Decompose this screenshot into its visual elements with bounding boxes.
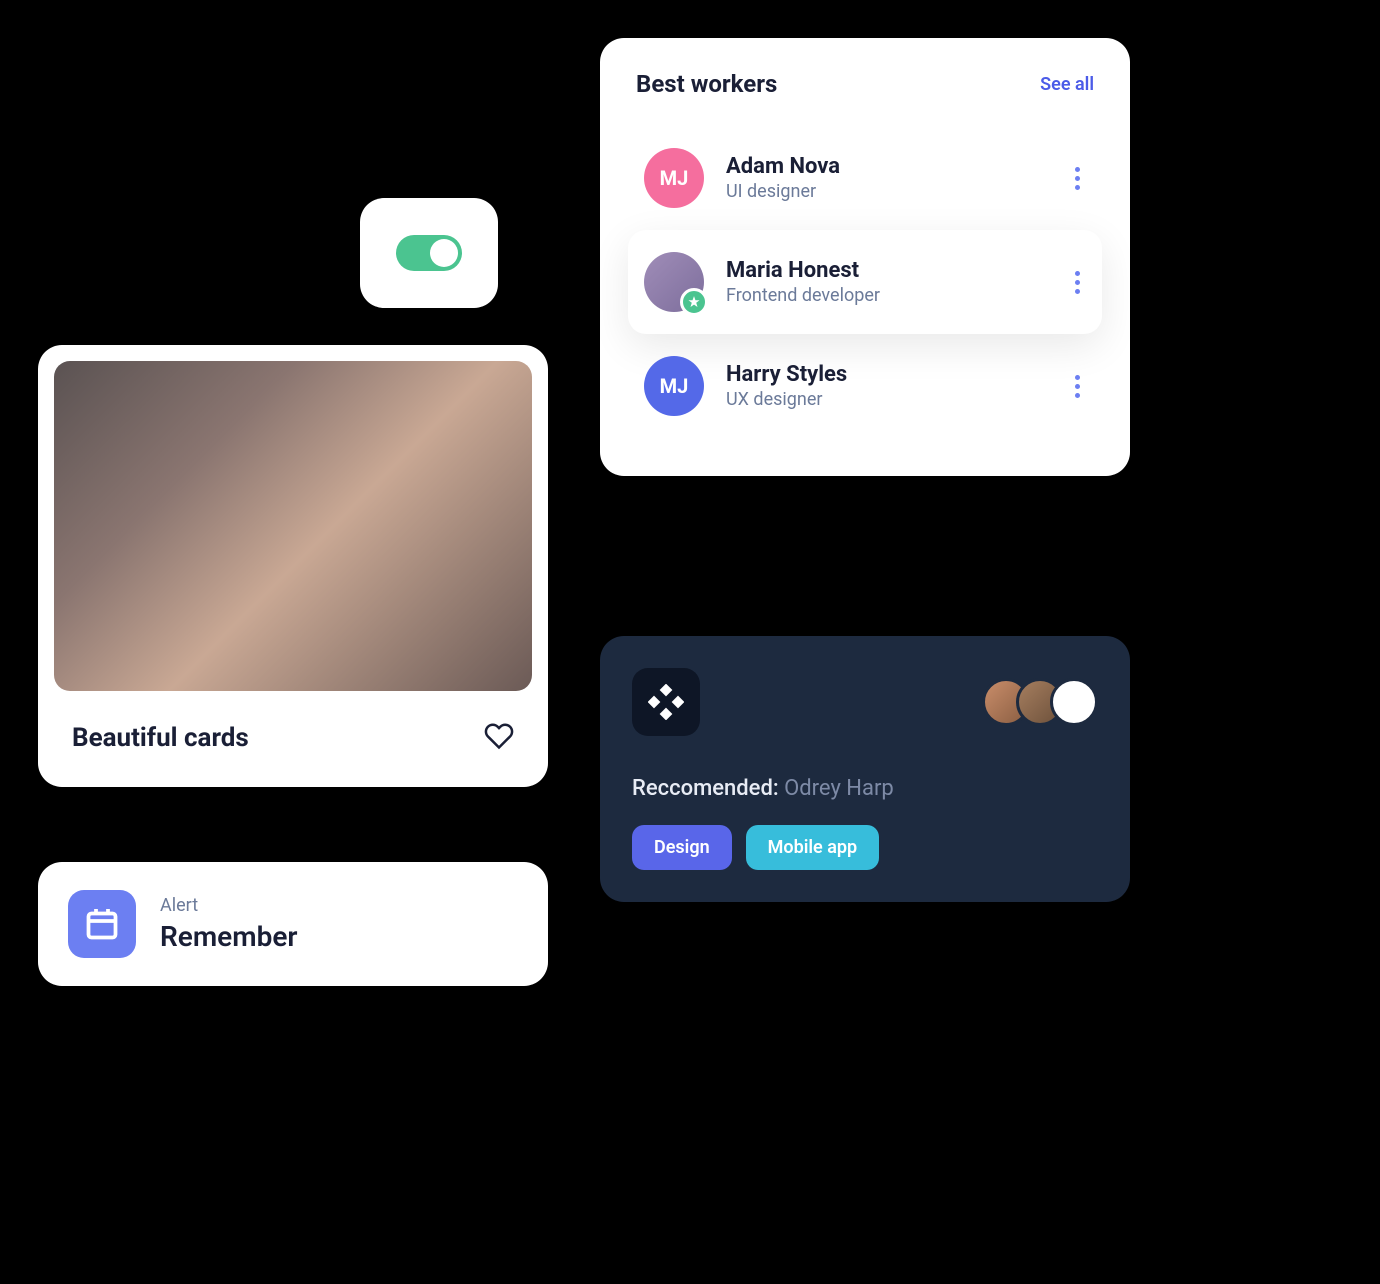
toggle-switch[interactable] — [396, 235, 462, 271]
toggle-card — [360, 198, 498, 308]
card-image — [54, 361, 532, 691]
alert-card[interactable]: Alert Remember — [38, 862, 548, 986]
worker-row[interactable]: MJ Harry Styles UX designer — [628, 334, 1102, 438]
avatar: MJ — [644, 356, 704, 416]
worker-role: Frontend developer — [726, 285, 1047, 306]
tag-list: Design Mobile app — [632, 825, 1098, 870]
workers-title: Best workers — [636, 70, 777, 98]
recommended-label: Reccomended: — [632, 776, 779, 801]
kebab-icon[interactable] — [1069, 265, 1086, 300]
avatar — [644, 252, 704, 312]
see-all-link[interactable]: See all — [1040, 74, 1094, 95]
star-badge-icon — [680, 288, 708, 316]
toggle-knob — [430, 239, 458, 267]
image-card-footer: Beautiful cards — [54, 691, 532, 759]
tag-design[interactable]: Design — [632, 825, 732, 870]
avatar-initials: MJ — [660, 166, 689, 190]
recommended-name: Odrey Harp — [784, 776, 894, 801]
worker-name: Adam Nova — [726, 154, 1047, 179]
kebab-icon[interactable] — [1069, 161, 1086, 196]
calendar-icon — [68, 890, 136, 958]
worker-role: UX designer — [726, 389, 1047, 410]
worker-row[interactable]: MJ Adam Nova UI designer — [628, 126, 1102, 230]
image-card: Beautiful cards — [38, 345, 548, 787]
recommended-top — [632, 668, 1098, 736]
tag-mobile-app[interactable]: Mobile app — [746, 825, 880, 870]
diamond-logo-icon — [632, 668, 700, 736]
image-card-title: Beautiful cards — [72, 723, 249, 753]
avatar-initials: MJ — [660, 374, 689, 398]
worker-name: Maria Honest — [726, 258, 1047, 283]
recommended-text: Reccomended: Odrey Harp — [632, 776, 1098, 801]
alert-title: Remember — [160, 920, 297, 953]
workers-card: Best workers See all MJ Adam Nova UI des… — [600, 38, 1130, 476]
avatar-group[interactable] — [982, 678, 1098, 726]
worker-name: Harry Styles — [726, 362, 1047, 387]
worker-info: Harry Styles UX designer — [726, 362, 1047, 410]
worker-info: Maria Honest Frontend developer — [726, 258, 1047, 306]
worker-role: UI designer — [726, 181, 1047, 202]
worker-info: Adam Nova UI designer — [726, 154, 1047, 202]
avatar — [1050, 678, 1098, 726]
recommended-card: Reccomended: Odrey Harp Design Mobile ap… — [600, 636, 1130, 902]
kebab-icon[interactable] — [1069, 369, 1086, 404]
heart-icon[interactable] — [484, 721, 514, 755]
avatar: MJ — [644, 148, 704, 208]
alert-label: Alert — [160, 895, 297, 916]
worker-row[interactable]: Maria Honest Frontend developer — [628, 230, 1102, 334]
alert-text: Alert Remember — [160, 895, 297, 953]
workers-header: Best workers See all — [628, 70, 1102, 98]
